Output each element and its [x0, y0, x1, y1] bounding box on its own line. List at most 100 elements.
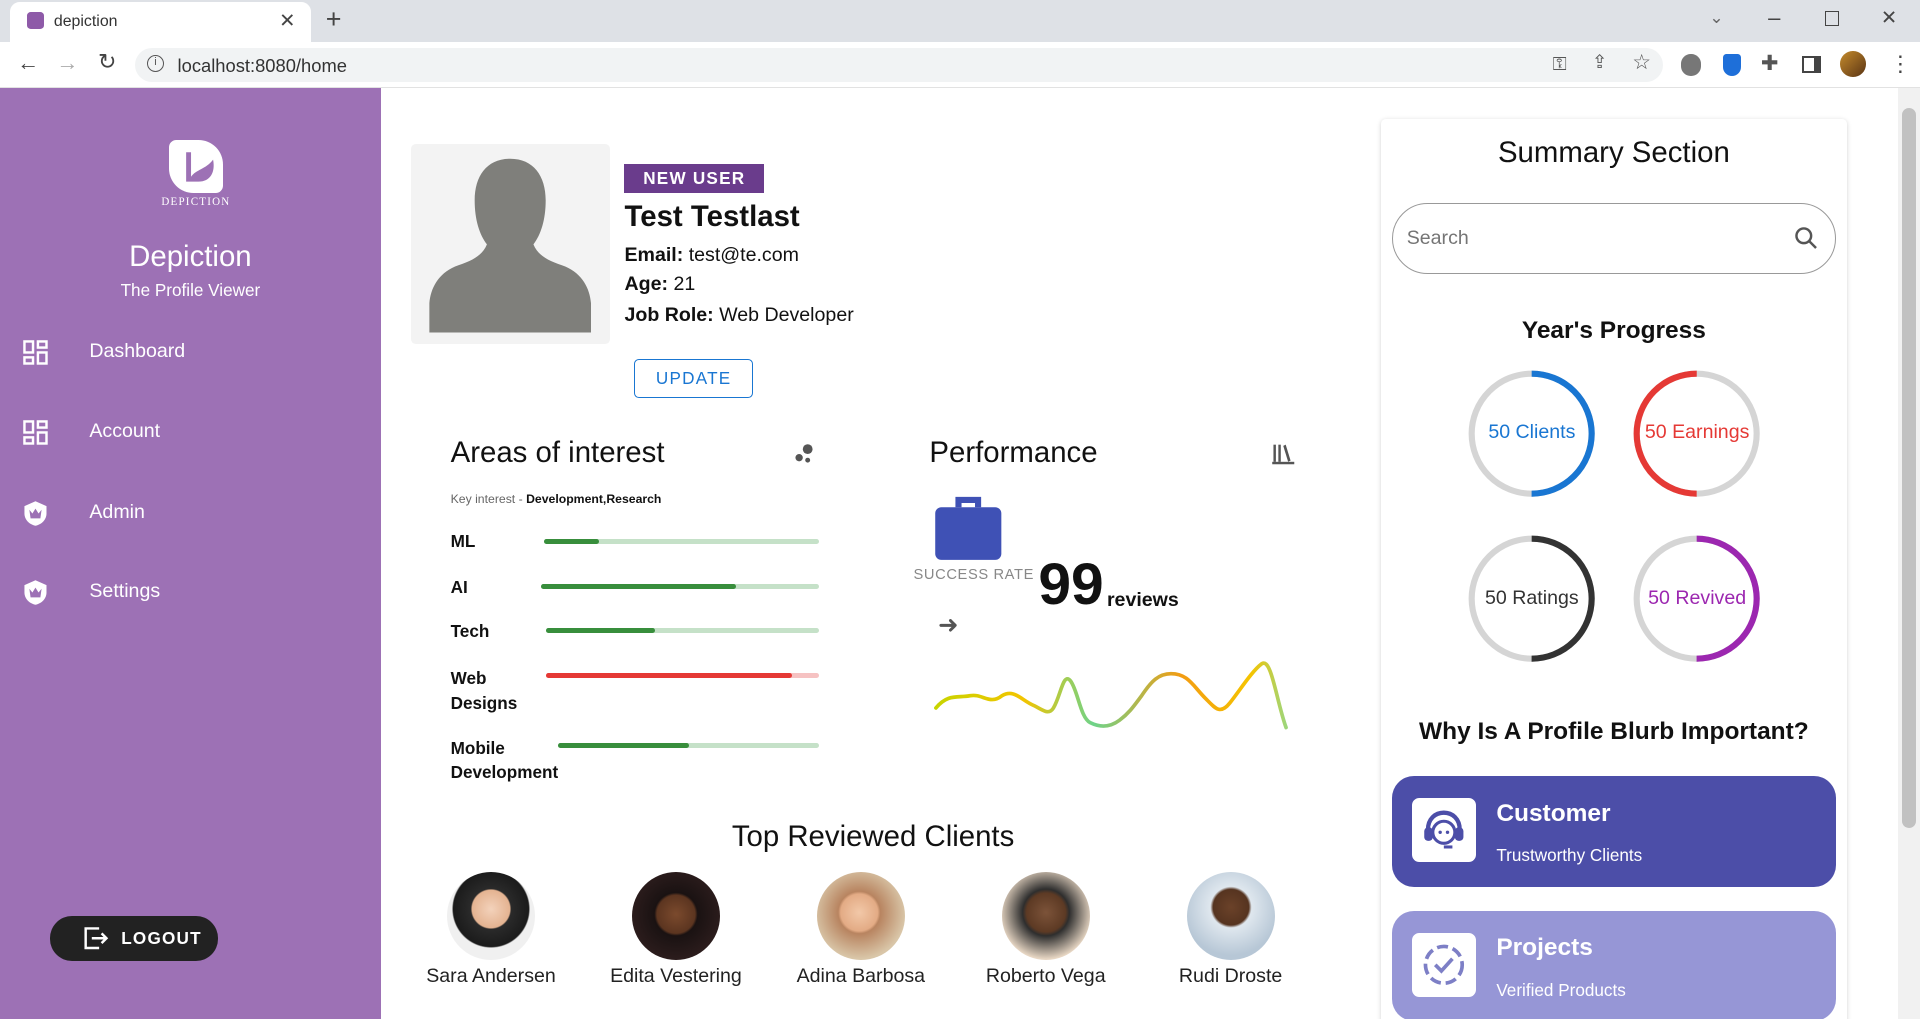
close-window-icon[interactable]: ✕ [1881, 6, 1897, 30]
client-name: Roberto Vega [985, 964, 1106, 987]
reviews-label: reviews [1106, 588, 1179, 611]
summary-title: Summary Section [1497, 135, 1730, 169]
browser-tab[interactable]: depiction ✕ [9, 2, 311, 42]
headset-icon [1411, 798, 1476, 863]
reload-icon[interactable]: ↻ [98, 49, 116, 75]
library-icon[interactable] [1271, 441, 1295, 471]
site-info-icon[interactable]: i [146, 55, 165, 73]
interest-bar-fill [541, 584, 736, 589]
logout-icon [82, 926, 109, 956]
search-box[interactable] [1392, 203, 1836, 275]
card-title: Projects [1496, 934, 1593, 962]
role-value: Web Developer [719, 303, 854, 326]
dashboard-icon [22, 419, 49, 446]
interest-label: AI [450, 576, 468, 597]
profile-age-row: Age: 21 [624, 273, 695, 296]
page-scrollbar[interactable] [1897, 88, 1920, 1019]
card-subtitle: Trustworthy Clients [1496, 844, 1643, 865]
close-tab-icon[interactable]: ✕ [279, 9, 295, 33]
role-label: Job Role: [624, 303, 714, 326]
projects-card[interactable]: Projects Verified Products [1392, 911, 1836, 1019]
search-input[interactable] [1406, 221, 1775, 256]
sidebar-item-label: Dashboard [89, 340, 186, 363]
search-icon[interactable] [1794, 226, 1818, 256]
sidebar-item-label: Account [89, 419, 161, 442]
tab-title: depiction [53, 13, 118, 31]
share-icon[interactable]: ⇪ [1592, 51, 1607, 73]
progress-ring: 50 Earnings [1633, 370, 1761, 497]
client-card[interactable]: Adina Barbosa [769, 871, 953, 988]
interests-title: Areas of interest [450, 435, 665, 469]
key-icon[interactable]: ⚿ [1553, 53, 1567, 75]
bubble-chart-icon[interactable] [793, 443, 815, 471]
bug-extension-icon[interactable] [1681, 53, 1701, 76]
sidebar-item-settings[interactable]: Settings [0, 568, 381, 617]
ring-label: 50 Ratings [1485, 586, 1579, 609]
client-card[interactable]: Sara Andersen [399, 871, 583, 988]
browser-tab-strip: depiction ✕ + ⌄ – ✕ [0, 0, 1920, 42]
client-avatar [446, 871, 536, 960]
sidebar-item-admin[interactable]: Admin [0, 489, 381, 538]
sidebar-item-label: Admin [89, 500, 145, 523]
briefcase-icon [934, 495, 1003, 567]
interest-bar-fill [558, 743, 689, 749]
interest-label: ML [450, 531, 476, 552]
interest-label: Mobile Development [450, 737, 559, 783]
interest-bar [546, 628, 820, 634]
client-name: Rudi Droste [1178, 964, 1283, 987]
email-value: test@te.com [688, 243, 799, 266]
sidepanel-icon[interactable] [1802, 56, 1821, 74]
customer-card[interactable]: Customer Trustworthy Clients [1392, 776, 1836, 887]
client-name: Edita Vestering [610, 964, 742, 987]
minimize-icon[interactable]: – [1768, 5, 1780, 31]
forward-icon[interactable]: → [56, 50, 78, 76]
interest-label: Web Designs [450, 668, 518, 713]
new-user-badge: NEW USER [624, 164, 765, 194]
reviews-number: 99 [1038, 552, 1104, 618]
interest-bar [543, 538, 820, 544]
client-card[interactable]: Edita Vestering [584, 871, 768, 988]
sidebar-item-account[interactable]: Account [0, 408, 381, 457]
logo-wordmark: DEPICTION [161, 195, 231, 208]
star-icon[interactable]: ☆ [1632, 50, 1651, 75]
tab-search-icon[interactable]: ⌄ [1709, 7, 1723, 28]
progress-ring: 50 Ratings [1468, 535, 1595, 662]
success-rate-label: SUCCESS RATE [913, 566, 1034, 583]
top-clients-title: Top Reviewed Clients [731, 820, 1015, 854]
back-icon[interactable]: ← [17, 50, 39, 76]
interest-bar [558, 743, 820, 749]
verified-icon [1411, 933, 1476, 997]
progress-title: Year's Progress [1521, 317, 1706, 345]
client-card[interactable]: Roberto Vega [954, 871, 1138, 988]
logout-button[interactable]: LOGOUT [50, 915, 218, 962]
profile-email-row: Email: test@te.com [624, 244, 798, 267]
sidebar-item-dashboard[interactable]: Dashboard [0, 328, 381, 377]
profile-name: Test Testlast [624, 199, 800, 233]
client-card[interactable]: Rudi Droste [1139, 871, 1323, 988]
profile-role-row: Job Role: Web Developer [624, 304, 853, 327]
update-button[interactable]: UPDATE [634, 358, 754, 398]
interest-bar [546, 673, 820, 679]
puzzle-icon[interactable]: ✚ [1761, 51, 1778, 76]
logout-label: LOGOUT [121, 928, 202, 949]
client-avatar [631, 871, 720, 960]
interest-label: Tech [450, 620, 490, 641]
interest-bar [541, 584, 820, 589]
performance-title: Performance [929, 435, 1098, 469]
progress-ring: 50 Clients [1468, 370, 1595, 497]
restore-icon[interactable] [1824, 11, 1840, 26]
performance-sparkline [933, 661, 1288, 730]
user-silhouette-icon [429, 159, 592, 334]
arrow-right-icon[interactable]: ➜ [938, 610, 959, 640]
progress-ring: 50 Revived [1633, 535, 1761, 662]
favicon-icon [26, 12, 45, 30]
new-tab-icon[interactable]: + [326, 4, 342, 35]
client-avatar [816, 871, 905, 960]
shield-extension-icon[interactable] [1722, 53, 1742, 76]
scrollbar-thumb[interactable] [1901, 107, 1917, 828]
menu-icon[interactable]: ⋮ [1889, 51, 1911, 77]
email-label: Email: [624, 243, 684, 266]
address-bar[interactable]: i localhost:8080/home ⚿ ⇪ ☆ [134, 47, 1663, 83]
profile-avatar-card [411, 144, 610, 345]
client-name: Adina Barbosa [796, 964, 926, 987]
